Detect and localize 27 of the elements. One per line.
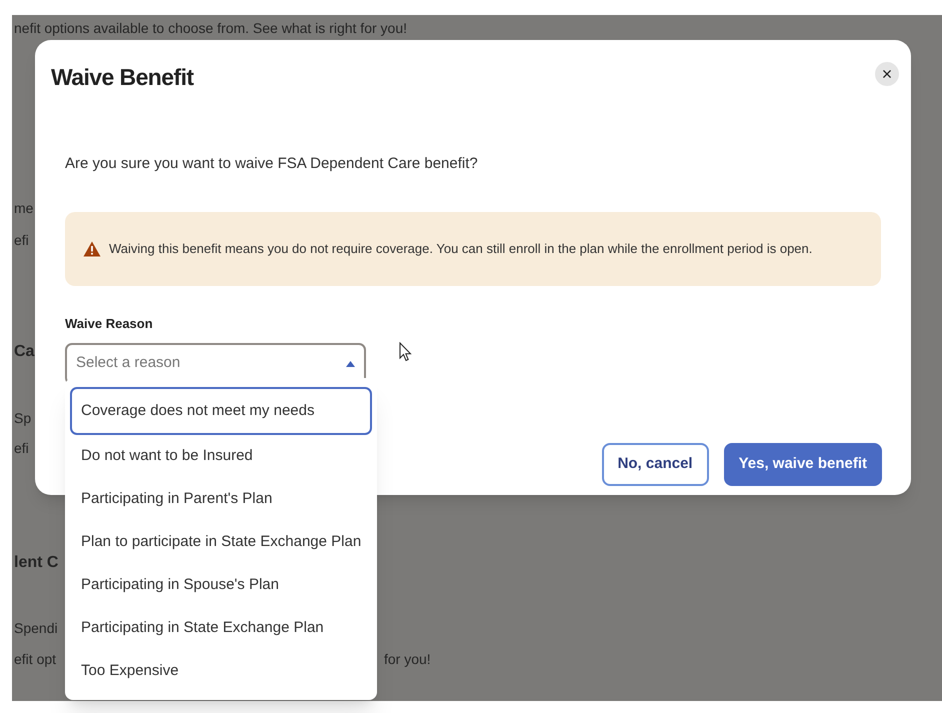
- background-text: lent C: [14, 553, 58, 573]
- confirm-button[interactable]: Yes, waive benefit: [724, 442, 882, 486]
- mouse-cursor-icon: [399, 342, 412, 362]
- caret-icon: [346, 360, 355, 366]
- background-text: me: [14, 199, 34, 218]
- background-text: nefit options available to choose from. See what is right for you!: [14, 19, 407, 38]
- dropdown-option[interactable]: Too Expensive: [70, 650, 372, 693]
- dropdown-option[interactable]: Participating in Spouse's Plan: [70, 564, 372, 607]
- background-text: efi: [14, 231, 29, 250]
- dropdown-option[interactable]: Participating in State Exchange Plan: [70, 607, 372, 650]
- warning-icon: [83, 241, 101, 257]
- background-text: Sp: [14, 409, 32, 428]
- background-text: efit opt: [14, 650, 56, 669]
- dropdown-option[interactable]: Do not want to be Insured: [70, 435, 372, 478]
- background-text: Ca: [14, 342, 34, 362]
- background-text: efi: [14, 439, 29, 458]
- dialog-title: Waive Benefit: [51, 63, 194, 92]
- background-text: for you!: [384, 650, 431, 669]
- close-button[interactable]: ×: [875, 62, 899, 86]
- dropdown-option[interactable]: Coverage does not meet my needs: [70, 387, 372, 435]
- background-text: Spendi: [14, 619, 58, 638]
- confirmation-question: Are you sure you want to waive FSA Dependent Care benefit?: [65, 154, 479, 174]
- dropdown-option[interactable]: Participating in Parent's Plan: [70, 478, 372, 521]
- dropdown-option[interactable]: Plan to participate in State Exchange Plan: [70, 521, 372, 564]
- field-label: Waive Reason: [65, 315, 154, 333]
- cancel-button[interactable]: No, cancel: [602, 442, 709, 486]
- alert-message: Waiving this benefit means you do not require coverage. You can still enroll in the plan while the enrollment period is open.: [109, 240, 812, 258]
